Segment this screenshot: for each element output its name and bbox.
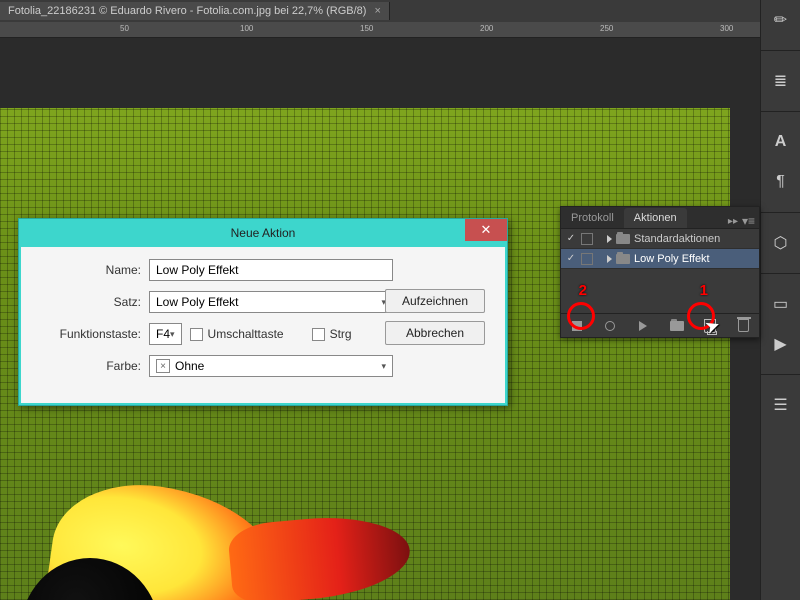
ruler-tick: 250 (600, 24, 613, 33)
actions-list: ✓ Standardaktionen ✓ Low Poly Effekt (561, 229, 759, 313)
chevron-down-icon: ▾ (170, 329, 175, 340)
record-button[interactable]: Aufzeichnen (385, 289, 485, 313)
close-button[interactable]: ✕ (465, 219, 507, 241)
swatches-panel-icon[interactable]: ≣ (769, 69, 793, 93)
action-set-row[interactable]: ✓ Standardaktionen (561, 229, 759, 249)
action-set-select[interactable]: Low Poly Effekt ▾ (149, 291, 393, 313)
chevron-down-icon: ▾ (381, 361, 386, 372)
ruler-tick: 200 (480, 24, 493, 33)
action-color-select[interactable]: × Ohne ▾ (149, 355, 393, 377)
document-tab-bar: Fotolia_22186231 © Eduardo Rivero - Foto… (0, 0, 800, 22)
expand-icon[interactable] (607, 235, 612, 243)
document-tab[interactable]: Fotolia_22186231 © Eduardo Rivero - Foto… (0, 2, 390, 20)
paragraph-panel-icon[interactable]: ¶ (769, 170, 793, 194)
dialog-title: Neue Aktion (231, 226, 296, 240)
3d-panel-icon[interactable]: ⬡ (769, 231, 793, 255)
function-key-select[interactable]: F4 ▾ (149, 323, 182, 345)
action-name-input[interactable] (149, 259, 393, 281)
action-set-label: Low Poly Effekt (634, 253, 710, 265)
actions-panel-footer (561, 313, 759, 337)
callout-number: 1 (700, 282, 708, 299)
shift-checkbox[interactable] (190, 328, 203, 341)
function-key-label: Funktionstaste: (35, 327, 141, 341)
properties-panel-icon[interactable]: ☰ (769, 393, 793, 417)
fkey-value: F4 (156, 327, 170, 341)
begin-recording-button[interactable] (602, 318, 618, 334)
ctrl-label: Strg (330, 327, 352, 341)
folder-icon (616, 254, 630, 264)
play-action-button[interactable] (635, 318, 651, 334)
ruler-tick: 100 (240, 24, 253, 33)
callout-number: 2 (579, 282, 587, 299)
collapse-icon[interactable]: ▸▸ (728, 216, 738, 227)
no-color-icon: × (156, 359, 170, 373)
panel-menu-icon[interactable]: ▾≡ (742, 214, 755, 228)
image-content (20, 418, 440, 600)
ruler-tick: 50 (120, 24, 129, 33)
new-action-dialog: Neue Aktion ✕ Name: Satz: Low Poly Effek… (18, 218, 508, 406)
cancel-button[interactable]: Abbrechen (385, 321, 485, 345)
checkmark-icon[interactable]: ✓ (565, 253, 577, 265)
folder-icon (616, 234, 630, 244)
actions-panel: Protokoll Aktionen ▸▸ ▾≡ ✓ Standardaktio… (560, 206, 760, 338)
action-set-label: Standardaktionen (634, 233, 720, 245)
actions-panel-icon[interactable]: ▶ (769, 332, 793, 356)
set-label: Satz: (35, 295, 141, 309)
stop-recording-button[interactable] (569, 318, 585, 334)
panel-tab-bar: Protokoll Aktionen ▸▸ ▾≡ (561, 207, 759, 229)
right-toolbar: ✏ ≣ A ¶ ⬡ ▭ ▶ ☰ (760, 0, 800, 600)
checkmark-icon[interactable]: ✓ (565, 233, 577, 245)
expand-icon[interactable] (607, 255, 612, 263)
shift-label: Umschalttaste (208, 327, 284, 341)
close-icon[interactable]: × (374, 5, 380, 17)
toggle-dialog-icon[interactable] (581, 233, 593, 245)
document-tab-title: Fotolia_22186231 © Eduardo Rivero - Foto… (8, 5, 366, 17)
ctrl-checkbox[interactable] (312, 328, 325, 341)
set-value: Low Poly Effekt (156, 295, 239, 309)
character-panel-icon[interactable]: A (769, 130, 793, 154)
history-panel-icon[interactable]: ▭ (769, 292, 793, 316)
delete-action-button[interactable] (735, 318, 751, 334)
color-label: Farbe: (35, 359, 141, 373)
color-value: Ohne (175, 359, 204, 373)
horizontal-ruler: 50 100 150 200 250 300 (0, 22, 800, 38)
tab-protocol[interactable]: Protokoll (561, 208, 624, 228)
toggle-dialog-icon[interactable] (581, 253, 593, 265)
brush-panel-icon[interactable]: ✏ (769, 8, 793, 32)
ruler-tick: 300 (720, 24, 733, 33)
tab-actions[interactable]: Aktionen (624, 208, 687, 228)
ruler-tick: 150 (360, 24, 373, 33)
action-set-row[interactable]: ✓ Low Poly Effekt (561, 249, 759, 269)
new-set-button[interactable] (669, 318, 685, 334)
name-label: Name: (35, 263, 141, 277)
dialog-titlebar[interactable]: Neue Aktion ✕ (19, 219, 507, 247)
